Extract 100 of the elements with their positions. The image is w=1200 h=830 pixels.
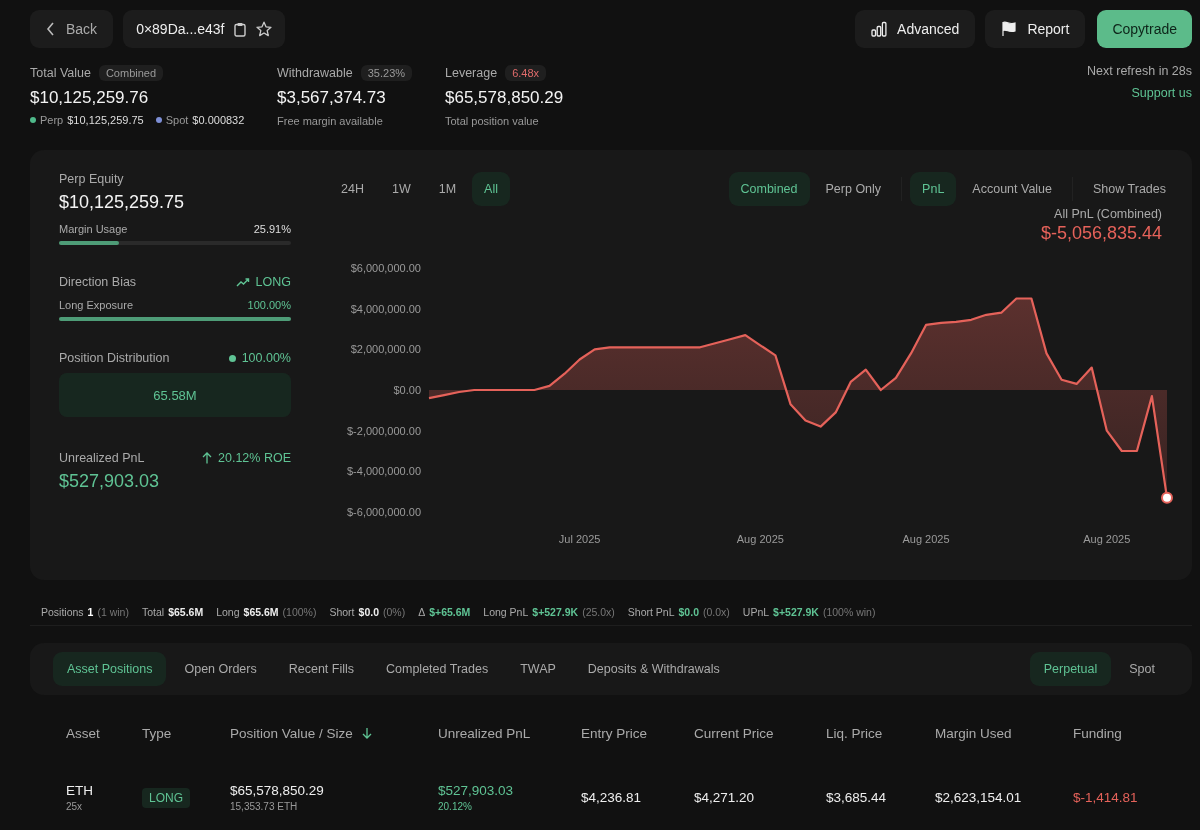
unrealized-pnl-value: $527,903.03 <box>59 471 161 492</box>
summary-note: (0%) <box>383 605 406 618</box>
bar-chart-icon <box>871 21 888 37</box>
column-header[interactable]: Type <box>142 725 172 741</box>
range-tab[interactable]: 24H <box>329 172 376 206</box>
star-icon[interactable] <box>256 21 273 37</box>
advanced-button[interactable]: Advanced <box>855 10 976 48</box>
funding-value: $-1,414.81 <box>1073 789 1139 805</box>
pnl-title: All PnL (Combined) <box>1054 207 1162 221</box>
support-link[interactable]: Support us <box>1131 86 1192 100</box>
metric-tab[interactable]: PnL <box>910 172 957 206</box>
pnl-total: $-5,056,835.44 <box>1040 223 1162 244</box>
wallet-address: 0×89Da...e43f <box>136 21 225 37</box>
summary-label: UPnL <box>742 605 770 618</box>
equity-label: Perp Equity <box>59 172 125 186</box>
flag-icon <box>1001 21 1018 37</box>
metric-tab[interactable]: Account Value <box>960 172 1065 206</box>
y-tick-label: $4,000,000.00 <box>350 302 421 315</box>
summary-note: (100% win) <box>822 605 876 618</box>
scope-tab[interactable]: Perp Only <box>813 172 894 206</box>
summary-label: Δ <box>418 605 426 618</box>
leverage-text: 25x <box>66 800 84 812</box>
stat-badge: 6.48x <box>505 65 547 81</box>
position-type-tag: LONG <box>142 787 190 808</box>
position-value: $65,578,850.29 <box>230 782 325 798</box>
chevron-left-icon <box>46 22 56 36</box>
x-tick-label: Aug 2025 <box>902 533 950 545</box>
sort-arrow-icon[interactable] <box>361 727 372 739</box>
range-tab[interactable]: All <box>472 172 510 206</box>
positions-tab[interactable]: Recent Fills <box>274 652 369 686</box>
y-tick-label: $-4,000,000.00 <box>347 465 421 478</box>
summary-value: $0.0 <box>358 605 379 618</box>
market-tab[interactable]: Spot <box>1115 652 1169 686</box>
summary-value: $+527.9K <box>532 605 579 618</box>
positions-tab[interactable]: Deposits & Withdrawals <box>573 652 734 686</box>
stat-note: Total position value <box>445 115 540 127</box>
show-trades-button[interactable]: Show Trades <box>1081 172 1178 206</box>
margin-usage-value: 25.91% <box>253 223 291 235</box>
summary-value: $+65.6M <box>429 605 471 618</box>
column-header[interactable]: Entry Price <box>581 725 648 741</box>
range-tab[interactable]: 1W <box>379 172 423 206</box>
x-tick-label: Aug 2025 <box>736 533 784 545</box>
trend-up-icon <box>235 277 250 287</box>
positions-tab[interactable]: Completed Trades <box>372 652 503 686</box>
scope-tab[interactable]: Combined <box>728 172 810 206</box>
stat-value: $65,578,850.29 <box>445 88 564 108</box>
summary-value: $0.0 <box>678 605 699 618</box>
entry-price: $4,236.81 <box>581 789 643 805</box>
report-button[interactable]: Report <box>985 10 1086 48</box>
unrealized-pnl: $527,903.03 <box>438 782 515 798</box>
column-header[interactable]: Position Value / Size <box>230 725 353 741</box>
column-header[interactable]: Unrealized PnL <box>438 725 531 741</box>
end-point-marker[interactable] <box>1161 491 1173 504</box>
stat-label: Withdrawable <box>277 66 353 80</box>
column-header[interactable]: Current Price <box>694 725 774 741</box>
stat-badge: 35.23% <box>360 65 413 81</box>
distribution-segment: 65.58M <box>59 373 291 417</box>
back-button[interactable]: Back <box>30 10 114 48</box>
positions-tab[interactable]: Open Orders <box>170 652 271 686</box>
summary-value: $65.6M <box>243 605 279 618</box>
summary-note: (0.0x) <box>702 605 730 618</box>
copytrade-button[interactable]: Copytrade <box>1097 10 1192 48</box>
position-distribution-label: Position Distribution <box>59 351 170 365</box>
summary-note: (1 win) <box>97 605 129 618</box>
y-tick-label: $-2,000,000.00 <box>347 424 421 437</box>
summary-label: Long <box>216 605 240 618</box>
summary-label: Short <box>329 605 355 618</box>
copy-icon[interactable] <box>234 21 247 37</box>
long-exposure-label: Long Exposure <box>59 299 133 311</box>
column-header[interactable]: Margin Used <box>935 725 1012 741</box>
unrealized-pnl-label: Unrealized PnL <box>59 451 145 465</box>
column-header[interactable]: Funding <box>1073 725 1122 741</box>
summary-note: (100%) <box>282 605 317 618</box>
stat-badge: Combined <box>98 65 164 81</box>
refresh-countdown: Next refresh in 28s <box>1087 64 1192 78</box>
stat-label: Total Value <box>30 66 91 80</box>
current-price: $4,271.20 <box>694 789 756 805</box>
roe-percent: 20.12% <box>438 800 473 812</box>
market-tab[interactable]: Perpetual <box>1029 652 1112 686</box>
equity-value: $10,125,259.75 <box>59 192 186 213</box>
positions-tab[interactable]: TWAP <box>506 652 570 686</box>
positions-tab[interactable]: Asset Positions <box>53 652 167 686</box>
arrow-up-icon <box>202 452 213 464</box>
direction-bias-value: LONG <box>255 275 291 289</box>
column-header[interactable]: Asset <box>66 725 100 741</box>
status-dot <box>228 354 236 362</box>
summary-label: Positions <box>41 605 84 618</box>
roe-value: 20.12% ROE <box>218 451 291 465</box>
y-tick-label: $0.00 <box>393 384 421 396</box>
margin-used: $2,623,154.01 <box>935 789 1023 805</box>
distribution-percent: 100.00% <box>241 351 291 365</box>
breakdown-label: Spot <box>165 114 189 126</box>
range-tab[interactable]: 1M <box>426 172 469 206</box>
column-header[interactable]: Liq. Price <box>826 725 883 741</box>
breakdown-value: $0.000832 <box>192 114 245 126</box>
y-tick-label: $2,000,000.00 <box>350 343 421 356</box>
x-tick-label: Aug 2025 <box>1083 533 1131 545</box>
summary-note: (25.0x) <box>582 605 615 618</box>
summary-value: $65.6M <box>168 605 204 618</box>
stat-value: $10,125,259.76 <box>30 88 150 108</box>
